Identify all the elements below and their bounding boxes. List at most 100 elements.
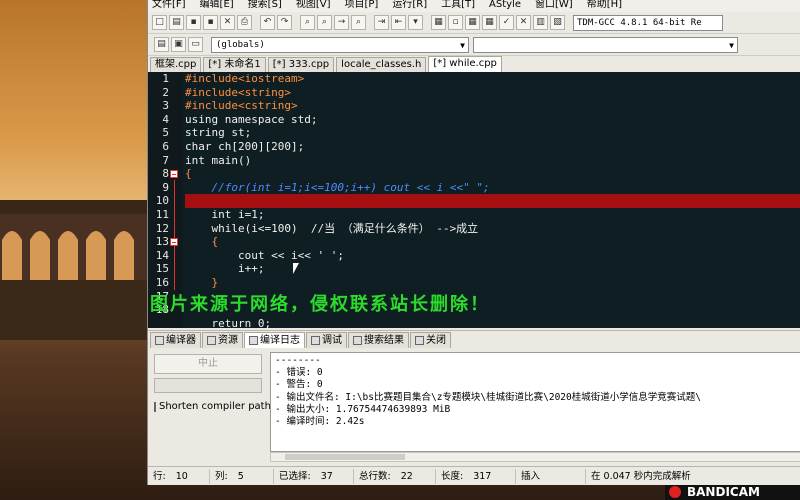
undo-icon[interactable]: ↶ (260, 15, 275, 30)
log-horizontal-scrollbar[interactable] (270, 452, 800, 462)
tab-compiler[interactable]: 编译器 (150, 332, 201, 348)
unindent-icon[interactable]: ⇤ (391, 15, 406, 30)
find-next-icon[interactable]: ⌕ (351, 15, 366, 30)
menu-tools[interactable]: 工具[T] (441, 0, 475, 12)
stop-icon[interactable]: ✕ (516, 15, 531, 30)
menu-view[interactable]: 视图[V] (296, 0, 331, 12)
code-line: { (185, 235, 219, 249)
line-number: 1 (162, 72, 169, 85)
menu-help[interactable]: 帮助[H] (587, 0, 622, 12)
save-all-icon[interactable]: ▪ (203, 15, 218, 30)
tab-while[interactable]: [*] while.cpp (428, 56, 502, 72)
check-icon (311, 336, 320, 345)
tab-untitled1[interactable]: [*] 未命名1 (203, 57, 266, 72)
scrollbar-thumb[interactable] (285, 454, 405, 460)
status-col: 列: 5 (210, 468, 274, 484)
compile-progress-bar (154, 378, 262, 393)
menu-run[interactable]: 运行[R] (392, 0, 427, 12)
function-select[interactable]: ▼ (473, 36, 738, 53)
find-icon[interactable]: ⌕ (300, 15, 315, 30)
compile-log-output[interactable]: -------- - 错误: 0 - 警告: 0 - 输出文件名: I:\bs比… (270, 352, 800, 452)
compile-run-icon[interactable]: ▦ (465, 15, 480, 30)
compiler-icon (155, 336, 164, 345)
scope-select[interactable]: (globals) ▼ (211, 36, 469, 53)
check-syntax-icon[interactable]: ✓ (499, 15, 514, 30)
indent-icon[interactable]: ⇥ (374, 15, 389, 30)
menu-window[interactable]: 窗口[W] (535, 0, 573, 12)
code-line: #include<string> (185, 85, 291, 99)
code-line: char ch[200][200]; (185, 139, 305, 153)
tab-close[interactable]: 关闭 (410, 332, 451, 348)
bookmark-icon[interactable]: ▾ (408, 15, 423, 30)
menu-project[interactable]: 项目[P] (345, 0, 379, 12)
code-line: return 0; (185, 316, 272, 328)
menu-bar: 文件[F] 编辑[E] 搜索[S] 视图[V] 项目[P] 运行[R] 工具[T… (148, 0, 800, 12)
editor-tabs: 框架.cpp [*] 未命名1 [*] 333.cpp locale_class… (148, 56, 800, 72)
menu-astyle[interactable]: AStyle (489, 0, 521, 12)
devcpp-window: 文件[F] 编辑[E] 搜索[S] 视图[V] 项目[P] 运行[R] 工具[T… (147, 0, 800, 485)
print-icon[interactable]: ⎙ (237, 15, 252, 30)
status-length: 长度: 317 (436, 468, 516, 484)
code-line: #include<cstring> (185, 99, 298, 113)
log-controls: 中止 Shorten compiler paths (154, 354, 276, 412)
toolbar-separator (254, 15, 258, 30)
line-number: 9 (162, 180, 169, 194)
menu-file[interactable]: 文件[F] (152, 0, 186, 12)
tab-resources[interactable]: 资源 (202, 332, 243, 348)
tab-debug[interactable]: 调试 (306, 332, 347, 348)
open-file-icon[interactable]: ▤ (169, 15, 184, 30)
line-number: 16 (155, 275, 169, 289)
close-icon (415, 336, 424, 345)
tab-framework[interactable]: 框架.cpp (150, 57, 202, 72)
log-line: - 输出文件名: I:\bs比赛题目集合\z专题模块\桂城街道比赛\2020桂城… (275, 391, 701, 403)
code-line: cout << i<< ' '; (185, 248, 344, 262)
log-line: - 编译时间: 2.42s (275, 415, 365, 427)
status-bar: 行: 10 列: 5 已选择: 37 总行数: 22 长度: 317 插入 在 0.047… (148, 466, 800, 485)
class-browser-icon[interactable]: ▣ (171, 37, 186, 52)
main-toolbar: □ ▤ ▪ ▪ ✕ ⎙ ↶ ↷ ⌕ ⌕ → ⌕ ⇥ ⇤ ▾ ▦ ▫ ▦ ▦ ✓ … (148, 12, 800, 34)
stop-button[interactable]: 中止 (154, 354, 262, 374)
toolbar-separator (294, 15, 298, 30)
save-icon[interactable]: ▪ (186, 15, 201, 30)
bridge-wallpaper (0, 200, 150, 340)
menu-search[interactable]: 搜索[S] (248, 0, 282, 12)
line-number: 5 (162, 126, 169, 140)
fold-toggle-icon[interactable] (170, 170, 178, 178)
line-number: 12 (155, 221, 169, 235)
checkbox-box[interactable] (154, 401, 156, 412)
line-number: 14 (155, 248, 169, 262)
status-insert-mode: 插入 (516, 468, 586, 484)
new-file-icon[interactable]: □ (152, 15, 167, 30)
rebuild-icon[interactable]: ▦ (482, 15, 497, 30)
fold-guide (174, 180, 175, 290)
tab-locale-classes[interactable]: locale_classes.h (336, 57, 427, 72)
tab-search-results[interactable]: 搜索结果 (348, 332, 409, 348)
run-icon[interactable]: ▫ (448, 15, 463, 30)
code-line: } (185, 275, 219, 289)
tab-333[interactable]: [*] 333.cpp (267, 57, 335, 72)
code-line: string st; (185, 126, 252, 140)
chart-icon[interactable]: ▥ (533, 15, 548, 30)
compiler-select[interactable]: TDM-GCC 4.8.1 64-bit Re (573, 14, 723, 31)
checkbox-label: Shorten compiler paths (159, 401, 277, 412)
insert-icon[interactable]: ▤ (154, 37, 169, 52)
fold-toggle-icon[interactable] (170, 238, 178, 246)
replace-icon[interactable]: ⌕ (317, 15, 332, 30)
code-line: int i=1; (185, 207, 265, 221)
compile-icon[interactable]: ▦ (431, 15, 446, 30)
code-line: #include<iostream> (185, 72, 305, 85)
chart-icon (249, 336, 258, 345)
redo-icon[interactable]: ↷ (277, 15, 292, 30)
debug-icon[interactable]: ▧ (550, 15, 565, 30)
shorten-paths-checkbox[interactable]: Shorten compiler paths (154, 401, 276, 412)
close-file-icon[interactable]: ✕ (220, 15, 235, 30)
code-line: { (185, 167, 192, 181)
menu-edit[interactable]: 编辑[E] (200, 0, 234, 12)
toggle-icon[interactable]: ▭ (188, 37, 203, 52)
status-selected: 已选择: 37 (274, 468, 354, 484)
goto-icon[interactable]: → (334, 15, 349, 30)
code-line-comment: //for(int i=1;i<=100;i++) cout << i <<" … (185, 180, 490, 194)
tab-compile-log[interactable]: 编译日志 (244, 332, 305, 348)
search-icon (353, 336, 362, 345)
resources-icon (207, 336, 216, 345)
